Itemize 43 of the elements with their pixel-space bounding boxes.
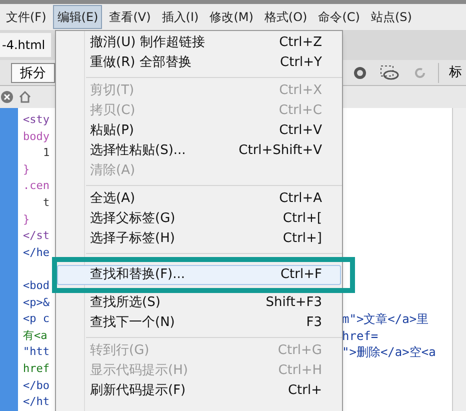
menu-item[interactable]: 查找所选(S) Shift+F3 [57,293,341,313]
code-line: </ht [23,394,50,410]
code-line: } [23,212,30,228]
code-line: </bo [23,378,50,394]
title-label: 标 [449,64,462,82]
menu-item[interactable]: 查找和替换(F)... Ctrl+F [57,265,341,285]
menu-item[interactable]: 重做(R) 全部替换 Ctrl+Y [57,53,341,73]
code-line: "htt [23,344,50,360]
stop-icon[interactable] [0,90,14,104]
code-line: <p>& [23,294,50,311]
menu-item[interactable]: 撤消(U) 制作超链接 Ctrl+Z [57,33,341,53]
code-line: <sty [23,112,50,128]
code-line: <bod [23,278,50,294]
code-line: t [42,194,50,211]
menu-item[interactable]: 选择父标签(G) Ctrl+[ [57,209,341,229]
menu-bar-item[interactable]: 编辑(E) [53,5,102,29]
menu-bar-item[interactable]: 查看(V) [105,5,155,29]
menu-item[interactable]: 刷新代码提示(F) Ctrl+ [57,381,341,401]
menu-bar-item[interactable]: 站点(S) [366,5,416,29]
code-line: } [23,162,30,178]
document-tab[interactable]: -4.html [0,33,52,57]
menu-item[interactable]: 选择性粘贴(S)... Ctrl+Shift+V [57,141,341,161]
code-line: .cen [23,178,50,194]
menu-bar-item[interactable]: 格式(O) [260,5,312,29]
menu-item[interactable]: 选择子标签(H) Ctrl+] [57,229,341,249]
menu-bar-item[interactable]: 命令(C) [314,5,364,29]
code-line: </he [23,244,50,261]
home-icon[interactable] [18,90,32,104]
menu-bar-item[interactable]: 修改(M) [206,5,258,29]
menu-bar-item[interactable]: 插入(I) [158,5,203,29]
code-line: href [23,360,50,377]
code-line: 有<a [23,328,48,344]
menu-bar-item[interactable]: 文件(F) [2,5,50,29]
code-line: href= [342,328,380,344]
menu-item[interactable]: 查找下一个(N) F3 [57,313,341,333]
code-line: body [23,128,50,145]
split-button[interactable]: 拆分 [11,62,55,82]
code-line: </st [23,228,50,244]
menu-item[interactable]: 全选(A) Ctrl+A [57,189,341,209]
menu-item[interactable]: 粘贴(P) Ctrl+V [57,121,341,141]
code-line: <p c [23,311,50,328]
code-line: ">删除</a>空<a [342,344,436,361]
code-line: 1 [42,145,50,162]
